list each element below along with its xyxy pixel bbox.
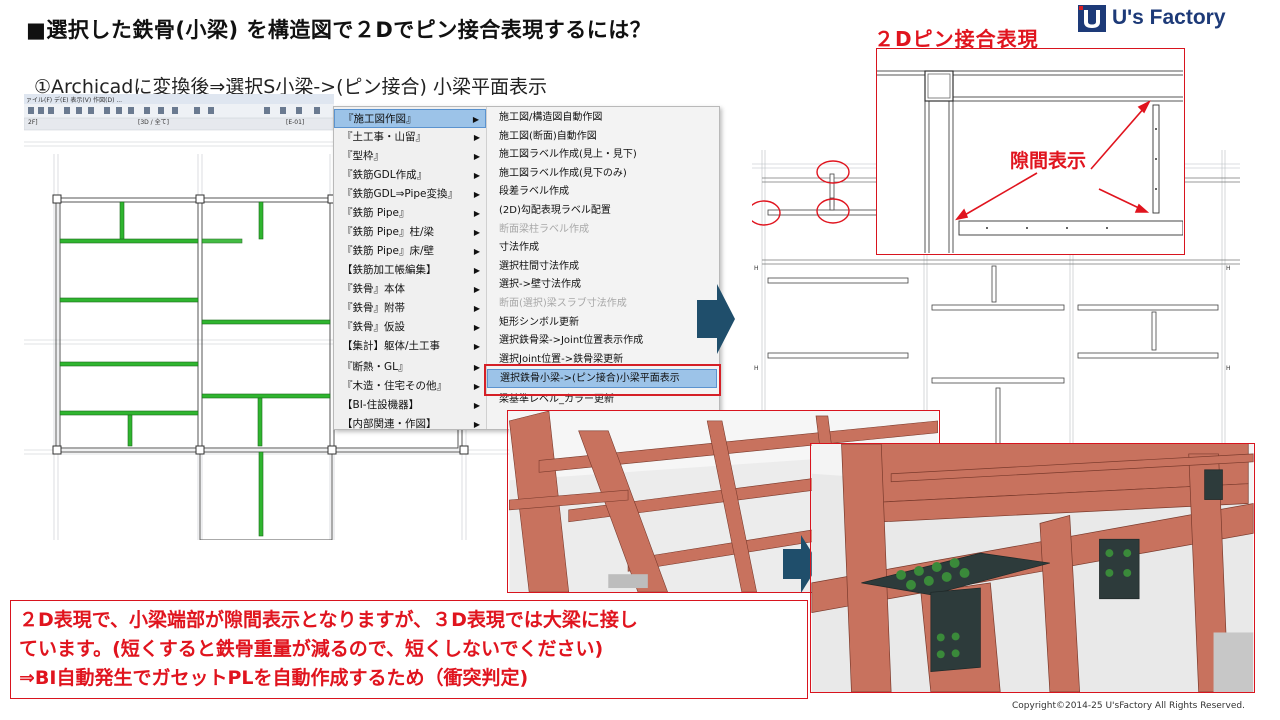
plan-tab-floor[interactable]: 2F]	[28, 119, 38, 126]
menu-item-mokuzo[interactable]: 『木造・住宅その他』 ▶	[334, 377, 486, 396]
copyright-text: Copyright©2014-25 U'sFactory All Rights …	[1012, 701, 1245, 711]
chevron-right-icon: ▶	[472, 115, 479, 124]
chevron-right-icon: ▶	[473, 228, 480, 237]
render-3d-gusset-detail	[810, 443, 1255, 693]
menu-item-label: 『型枠』	[342, 150, 384, 162]
menu-item-label: 【BI-住設機器】	[342, 399, 420, 411]
menu-item-label: 【鉄筋加工帳編集】	[342, 264, 437, 276]
menu-item-label: 【集計】躯体/土工事	[342, 340, 441, 352]
menu-item-label: 『鉄骨』附帯	[342, 302, 405, 314]
menu-item-kakoucho[interactable]: 【鉄筋加工帳編集】 ▶	[334, 261, 486, 280]
chevron-right-icon: ▶	[473, 190, 480, 199]
menu-item-steel-sub[interactable]: 『鉄骨』附帯 ▶	[334, 299, 486, 318]
chevron-right-icon: ▶	[473, 401, 480, 410]
menu-cmd-slope-label[interactable]: (2D)勾配表現ラベル配置	[499, 202, 717, 221]
logo-text: U's Factory	[1112, 6, 1226, 29]
menu-cmd-column-dim[interactable]: 選択柱間寸法作成	[499, 258, 717, 277]
menu-item-gdl-pipe[interactable]: 『鉄筋GDL⇒Pipe変換』 ▶	[334, 185, 486, 204]
chevron-right-icon: ▶	[473, 363, 480, 372]
logo-mark-icon	[1078, 5, 1106, 32]
menu-item-pipe-column[interactable]: 『鉄筋 Pipe』柱/梁 ▶	[334, 223, 486, 242]
menu-item-dannetsu[interactable]: 『断熱・GL』 ▶	[334, 358, 486, 377]
menu-item-steel-main[interactable]: 『鉄骨』本体 ▶	[334, 280, 486, 299]
plan-tab-elev[interactable]: [E-01]	[286, 119, 304, 126]
menu-item-label: 【内部関連・作図】	[342, 418, 437, 430]
chevron-right-icon: ▶	[473, 323, 480, 332]
menu-cmd-rect-symbol[interactable]: 矩形シンボル更新	[499, 314, 717, 333]
gap-label: 隙間表示	[1010, 150, 1087, 172]
menu-item-label: 『鉄筋GDL⇒Pipe変換』	[342, 188, 459, 200]
menu-cmd-label-down[interactable]: 施工図ラベル作成(見下のみ)	[499, 165, 717, 184]
chevron-right-icon: ▶	[473, 247, 480, 256]
note-line-2: ています。(短くすると鉄骨重量が減るので、短くしないでください)	[19, 638, 604, 660]
menu-item-label: 『土工事・山留』	[342, 131, 426, 143]
chevron-right-icon: ▶	[473, 209, 480, 218]
menu-item-label: 『鉄骨』仮設	[342, 321, 405, 333]
chevron-right-icon: ▶	[473, 285, 480, 294]
menu-cmd-step-label[interactable]: 段差ラベル作成	[499, 183, 717, 202]
note-box: ２D表現で、小梁端部が隙間表示となりますが、３D表現では大梁に接し ています。(…	[10, 600, 808, 699]
menu-cmd-section-drawing[interactable]: 施工図(断面)自動作図	[499, 128, 717, 147]
chevron-right-icon: ▶	[473, 171, 480, 180]
menu-item-label: 『鉄筋GDL作成』	[342, 169, 428, 181]
menu-item-bi-jusetsu[interactable]: 【BI-住設機器】 ▶	[334, 396, 486, 415]
svg-text:H: H	[754, 265, 759, 272]
menu-item-sekou[interactable]: 『施工図作図』 ▶	[334, 109, 486, 128]
menu-item-doko[interactable]: 『土工事・山留』 ▶	[334, 128, 486, 147]
menu-cmd-section-label: 断面梁柱ラベル作成	[499, 223, 589, 235]
menu-item-label: 『断熱・GL』	[342, 361, 409, 373]
chevron-right-icon: ▶	[473, 382, 480, 391]
svg-text:H: H	[1226, 265, 1231, 272]
highlight-box-pin-joint	[484, 364, 721, 396]
menu-item-pipe-floor[interactable]: 『鉄筋 Pipe』床/壁 ▶	[334, 242, 486, 261]
menu-cmd-wall-dim[interactable]: 選択->壁寸法作成	[499, 276, 717, 295]
menu-cmd-dimension[interactable]: 寸法作成	[499, 239, 717, 258]
chevron-right-icon: ▶	[473, 304, 480, 313]
menu-cmd-label-updown[interactable]: 施工図ラベル作成(見上・見下)	[499, 146, 717, 165]
menu-item-label: 『鉄筋 Pipe』床/壁	[342, 245, 435, 257]
svg-text:H: H	[1226, 365, 1231, 372]
arrow-right-icon	[697, 284, 735, 354]
chevron-right-icon: ▶	[473, 266, 480, 275]
svg-text:H: H	[754, 365, 759, 372]
chevron-right-icon: ▶	[473, 152, 480, 161]
menu-item-label: 『鉄筋 Pipe』	[342, 207, 410, 219]
menu-item-tekkin-gdl[interactable]: 『鉄筋GDL作成』 ▶	[334, 166, 486, 185]
menu-cmd-joint-create[interactable]: 選択鉄骨梁->Joint位置表示作成	[499, 332, 717, 351]
menu-item-tekkin-pipe[interactable]: 『鉄筋 Pipe』 ▶	[334, 204, 486, 223]
chevron-right-icon: ▶	[473, 342, 480, 351]
plan-tab-3d[interactable]: [3D / 全て]	[138, 118, 169, 126]
note-line-3: ⇒BI自動発生でガセットPLを自動作成するため（衝突判定)	[19, 667, 529, 689]
menu-item-label: 『木造・住宅その他』	[342, 380, 447, 392]
chevron-right-icon: ▶	[473, 133, 480, 142]
menu-submenu-list[interactable]: 『施工図作図』 ▶ 『土工事・山留』 ▶ 『型枠』 ▶ 『鉄筋GDL作成』 ▶ 『鉄筋G…	[334, 107, 487, 430]
menu-cmd-slab-dim: 断面(選択)梁スラブ寸法作成	[499, 298, 627, 309]
menu-item-naibu[interactable]: 【内部関連・作図】 ▶	[334, 415, 486, 434]
plan-menu-bar[interactable]: ァイル(F) デ(E) 表示(V) 作図(D) ...	[26, 96, 122, 104]
menu-item-label: 『施工図作図』	[343, 113, 417, 125]
menu-item-shukei[interactable]: 【集計】躯体/土工事 ▶	[334, 337, 486, 356]
menu-item-label: 『鉄筋 Pipe』柱/梁	[342, 226, 435, 238]
menu-item-katawaku[interactable]: 『型枠』 ▶	[334, 147, 486, 166]
menu-item-label: 『鉄骨』本体	[342, 283, 405, 295]
note-line-1: ２D表現で、小梁端部が隙間表示となりますが、３D表現では大梁に接し	[19, 609, 638, 631]
menu-cmd-auto-drawing[interactable]: 施工図/構造図自動作図	[499, 109, 717, 128]
chevron-right-icon: ▶	[473, 420, 480, 429]
menu-item-steel-temp[interactable]: 『鉄骨』仮設 ▶	[334, 318, 486, 337]
slide-title: ■選択した鉄骨(小梁) を構造図で２Dでピン接合表現するには？	[26, 18, 652, 42]
